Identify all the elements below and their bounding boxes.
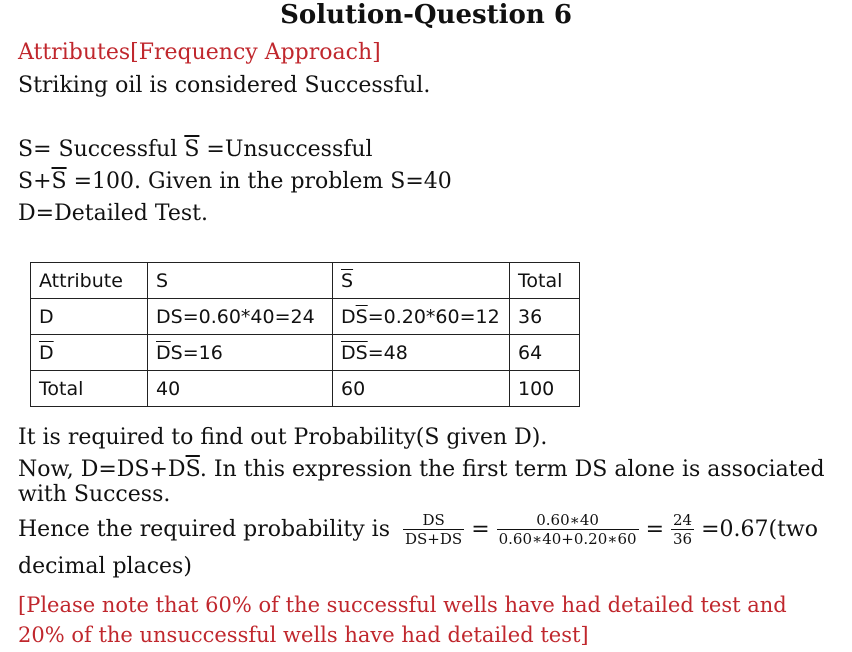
table-cell: 100 <box>509 370 580 407</box>
subtitle: Attributes[Frequency Approach] <box>18 40 381 65</box>
table-cell: 40 <box>147 370 333 407</box>
fraction-numerator: 24 <box>673 511 693 529</box>
table-cell: D <box>30 334 148 371</box>
now-post: . In this expression the first term DS a… <box>199 457 825 482</box>
result-value: =0.67(two <box>701 517 819 542</box>
cell-bar-part: DS <box>341 341 368 364</box>
fraction-24-36: 24 36 <box>671 511 695 548</box>
now-s-bar: S <box>185 457 200 482</box>
table-header-row: Attribute S S Total <box>30 262 580 299</box>
s-bar-symbol: S <box>341 269 354 292</box>
given-pre: S+ <box>18 169 52 194</box>
fraction-numerator: 0.60∗40 <box>536 511 599 529</box>
fraction-denominator: 36 <box>671 529 695 548</box>
cell-part: =48 <box>367 341 408 364</box>
equals-sign: = <box>645 517 664 542</box>
page-title: Solution-Question 6 <box>280 0 572 30</box>
table-cell: DS=0.20*60=12 <box>332 298 510 335</box>
with-success-line: with Success. <box>18 482 171 507</box>
fraction-numerator: DS <box>422 511 445 529</box>
decimal-line: decimal places) <box>18 554 192 579</box>
fraction-denominator: 0.60∗40+0.20∗60 <box>496 529 639 548</box>
den-bar-part: S <box>451 530 463 548</box>
table-cell: Total <box>30 370 148 407</box>
given-line: S+S =100. Given in the problem S=40 <box>18 169 452 195</box>
table-header-cell: Attribute <box>30 262 148 299</box>
attribute-table: Attribute S S Total D DS=0.60*40=24 DS=0… <box>30 262 580 407</box>
table-cell: D <box>30 298 148 335</box>
s-bar-symbol: S <box>184 137 200 162</box>
den-part: DS+D <box>405 530 452 548</box>
table-cell: DS=16 <box>147 334 333 371</box>
table-header-cell: S <box>332 262 510 299</box>
cell-bar-part: S <box>355 305 368 328</box>
table-cell: DS=0.60*40=24 <box>147 298 333 335</box>
cell-bar-part: D <box>156 341 171 364</box>
cell-part: D <box>341 305 356 328</box>
now-line: Now, D=DS+DS. In this expression the fir… <box>18 457 825 483</box>
requirement-line: It is required to find out Probability(S… <box>18 425 548 450</box>
fraction-values: 0.60∗40 0.60∗40+0.20∗60 <box>496 511 639 548</box>
d-bar-symbol: D <box>39 341 54 364</box>
definition-line: S= Successful S =Unsuccessful <box>18 137 373 163</box>
s-bar-definition: =Unsuccessful <box>199 137 373 162</box>
probability-line: Hence the required probability is DS DS+… <box>18 511 818 548</box>
table-row: D DS=16 DS=48 64 <box>30 334 580 371</box>
table-cell: 60 <box>332 370 510 407</box>
table-cell: DS=48 <box>332 334 510 371</box>
table-header-cell: S <box>147 262 333 299</box>
now-pre: Now, D=DS+D <box>18 457 186 482</box>
note-line-2: 20% of the unsuccessful wells have had d… <box>18 623 589 647</box>
cell-part: S=16 <box>170 341 223 364</box>
s-definition: S= Successful <box>18 137 185 162</box>
cell-part: =0.20*60=12 <box>367 305 500 328</box>
fraction-denominator: DS+DS <box>403 529 465 548</box>
note-line-1: [Please note that 60% of the successful … <box>18 593 787 617</box>
table-row: Total 40 60 100 <box>30 370 580 407</box>
table-header-cell: Total <box>509 262 580 299</box>
intro-line: Striking oil is considered Successful. <box>18 73 431 98</box>
given-post: =100. Given in the problem S=40 <box>66 169 452 194</box>
table-cell: 64 <box>509 334 580 371</box>
table-cell: 36 <box>509 298 580 335</box>
d-definition: D=Detailed Test. <box>18 201 208 226</box>
fraction-ds: DS DS+DS <box>403 511 465 548</box>
given-s-bar: S <box>51 169 67 194</box>
hence-text: Hence the required probability is <box>18 517 390 542</box>
table-row: D DS=0.60*40=24 DS=0.20*60=12 36 <box>30 298 580 335</box>
equals-sign: = <box>471 517 490 542</box>
